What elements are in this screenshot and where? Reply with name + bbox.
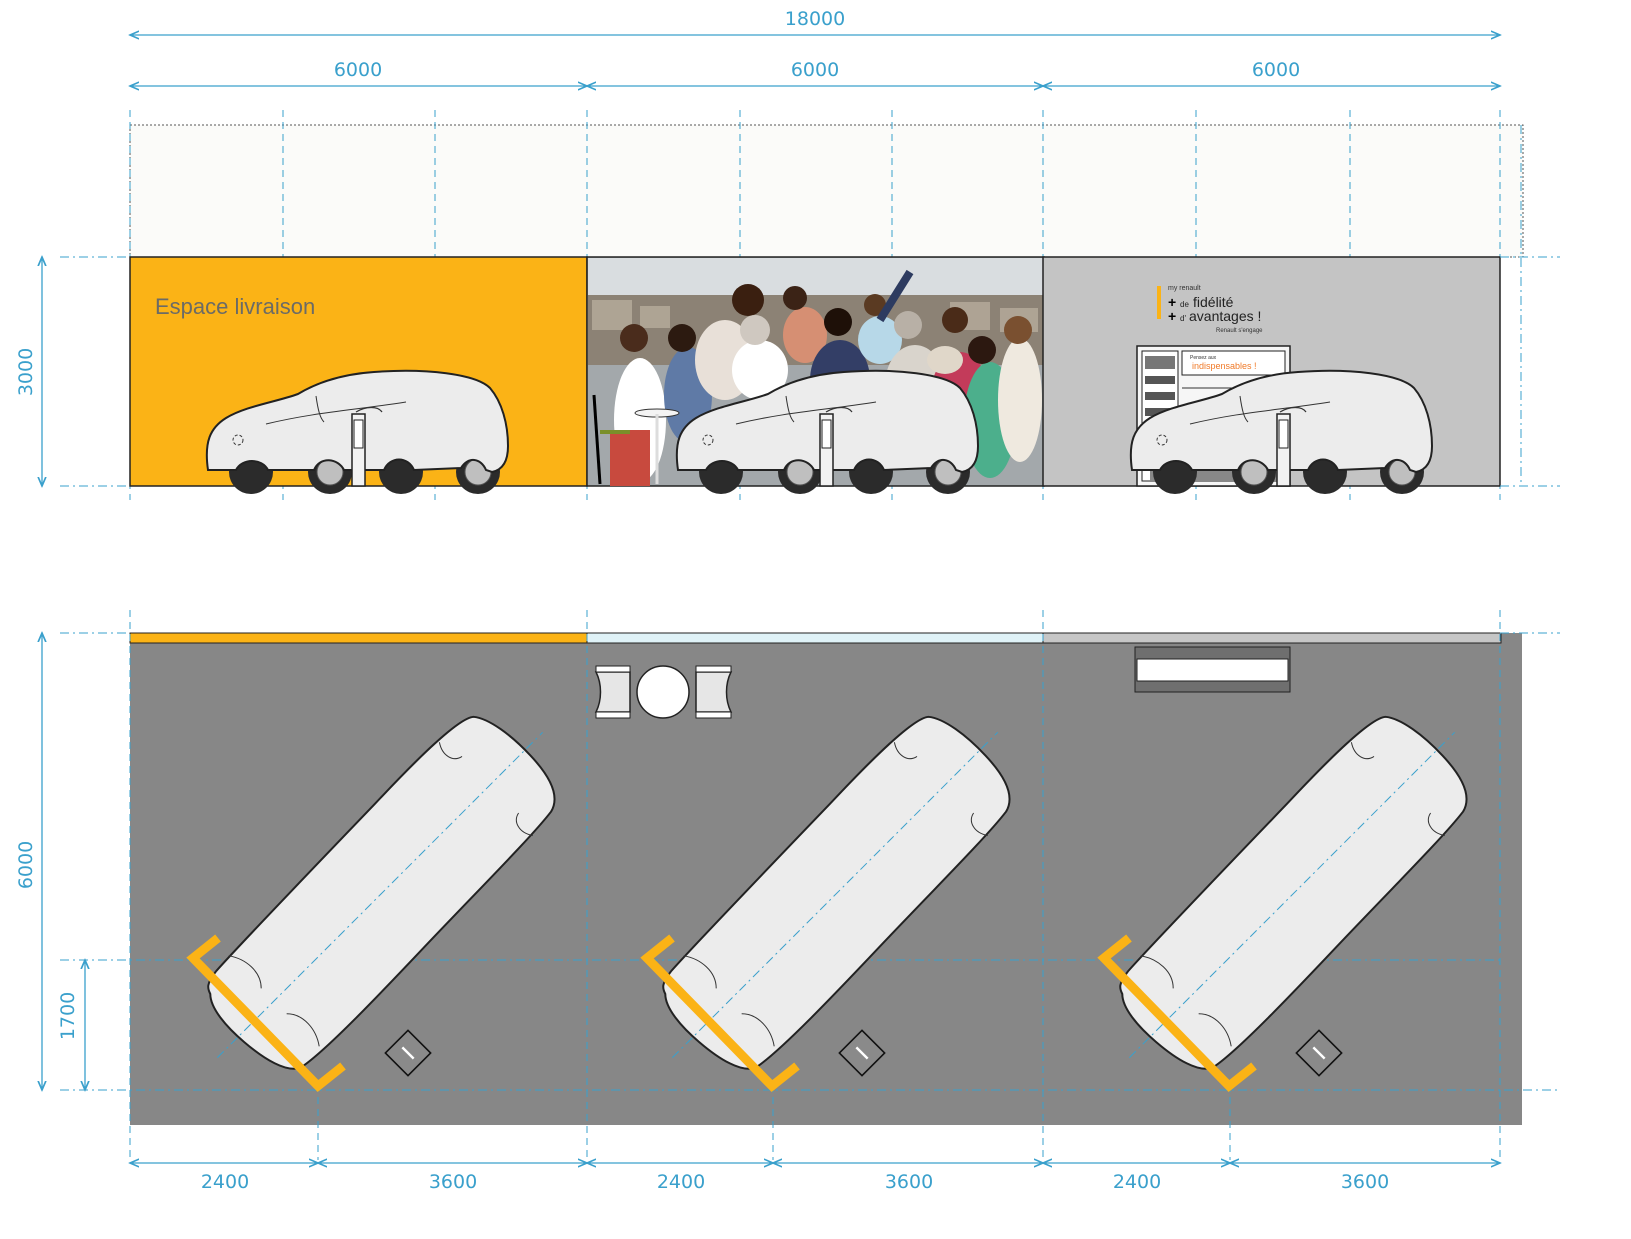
bottom-split-label-2: 3600 (429, 1171, 477, 1193)
module-width-label-2: 6000 (791, 59, 839, 81)
table-and-chairs (594, 665, 733, 719)
plan-depth-label: 6000 (15, 841, 37, 889)
total-width-label: 18000 (785, 8, 845, 30)
elevation-height-label: 3000 (15, 348, 37, 396)
bottom-split-label-3: 2400 (657, 1171, 705, 1193)
stand-layout-drawing: 18000 6000 6000 6000 Espace livraison my… (15, 8, 1560, 1193)
module-width-label-3: 6000 (1252, 59, 1300, 81)
poster-brand: my renault (1168, 285, 1201, 292)
totem-side-2 (819, 413, 834, 487)
poster-line2-word: avantages ! (1189, 308, 1261, 324)
bottom-split-label-6: 3600 (1341, 1171, 1389, 1193)
module-width-label-1: 6000 (334, 59, 382, 81)
shelf-sign-big: indispensables ! (1192, 361, 1257, 371)
totem-side-1 (351, 413, 366, 487)
bottom-split-label-5: 2400 (1113, 1171, 1161, 1193)
car-offset-label: 1700 (57, 992, 79, 1040)
svg-text:+: + (1168, 308, 1176, 324)
poster-line2-prefix: d' (1180, 314, 1186, 323)
shelf-top-view (1134, 646, 1291, 693)
totem-side-3 (1276, 413, 1291, 487)
wall-strip-yellow (129, 632, 588, 644)
poster-signature: Renault s'engage (1216, 328, 1263, 334)
espace-livraison-title: Espace livraison (155, 294, 315, 319)
wall-strip-grey (1042, 632, 1502, 644)
bottom-split-label-4: 3600 (885, 1171, 933, 1193)
wall-strip-light (586, 632, 1044, 644)
bottom-split-label-1: 2400 (201, 1171, 249, 1193)
